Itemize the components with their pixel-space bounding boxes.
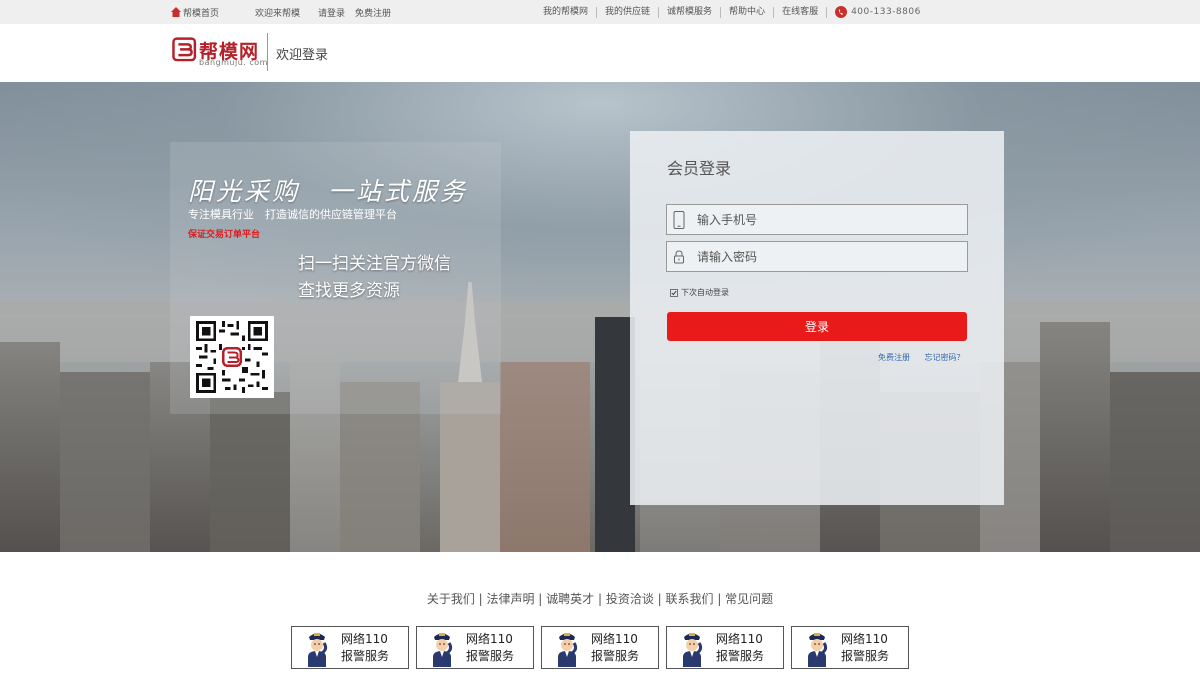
welcome-text: 欢迎来帮模 (255, 8, 301, 19)
badge-line1: 网络110 (341, 632, 388, 646)
top-utility-bar: 帮模首页 欢迎来帮模 请登录 免费注册 我的帮模网 我的供应链 诚帮模服务 帮助… (0, 0, 1200, 24)
topnav-help-center[interactable]: 帮助中心 (721, 6, 775, 18)
police-badge[interactable]: 网络110 报警服务 (791, 626, 909, 669)
site-header: 帮模网 bangmuju. com 欢迎登录 (0, 24, 1200, 82)
password-field[interactable] (666, 241, 968, 272)
police-officer-icon (558, 633, 578, 667)
slogan-highlight: 保证交易订单平台 (188, 230, 261, 240)
divider (826, 6, 828, 18)
police-badge-text: 网络110 报警服务 (341, 631, 389, 665)
badge-line1: 网络110 (466, 632, 513, 646)
home-link[interactable]: 帮模首页 (171, 6, 237, 19)
remember-me[interactable]: 下次自动登录 (670, 287, 729, 298)
login-button[interactable]: 登录 (667, 312, 967, 341)
home-link-label: 帮模首页 (183, 8, 220, 19)
logo-icon[interactable] (171, 37, 199, 65)
checkbox-icon[interactable] (670, 288, 678, 297)
badge-line2: 报警服务 (591, 649, 640, 663)
phone-input[interactable] (697, 205, 957, 234)
login-link[interactable]: 请登录 (318, 6, 345, 19)
header-divider (267, 33, 268, 71)
police-badge-text: 网络110 报警服务 (466, 631, 514, 665)
badge-line2: 报警服务 (341, 649, 390, 663)
police-officer-icon (308, 633, 328, 667)
slogan-headline: 阳光采购 一站式服务 (188, 177, 469, 206)
login-form: 会员登录 下次自动登录 登录 免费注册 (630, 131, 1004, 505)
password-input[interactable] (697, 242, 957, 271)
badge-line1: 网络110 (841, 632, 888, 646)
badge-line2: 报警服务 (466, 649, 515, 663)
badge-line1: 网络110 (716, 632, 763, 646)
qr-caption-line1: 扫一扫关注官方微信 (298, 254, 451, 274)
hero-banner: 阳光采购 一站式服务 专注模具行业 打造诚信的供应链管理平台 保证交易订单平台 (0, 82, 1200, 552)
footer-links[interactable]: 关于我们 | 法律声明 | 诚聘英才 | 投资洽谈 | 联系我们 | 常见问题 (0, 590, 1200, 607)
police-badge[interactable]: 网络110 报警服务 (416, 626, 534, 669)
wechat-qr-code (190, 316, 274, 398)
remember-me-label: 下次自动登录 (681, 288, 729, 297)
forgot-password-link[interactable]: 忘记密码？ (925, 353, 965, 362)
phone-icon (835, 6, 848, 18)
page-title: 欢迎登录 (276, 48, 329, 63)
slogan-subtitle: 专注模具行业 打造诚信的供应链管理平台 (188, 208, 397, 221)
police-badge-text: 网络110 报警服务 (591, 631, 639, 665)
qr-caption: 扫一扫关注官方微信 查找更多资源 (298, 251, 451, 305)
police-badge-text: 网络110 报警服务 (841, 631, 889, 665)
police-officer-icon (683, 633, 703, 667)
topnav-my-bangmu[interactable]: 我的帮模网 (543, 6, 598, 18)
police-badge[interactable]: 网络110 报警服务 (541, 626, 659, 669)
mobile-phone-icon (673, 211, 685, 229)
login-links: 免费注册 忘记密码？ (878, 352, 965, 363)
topnav-online-service[interactable]: 在线客服 (774, 7, 824, 18)
topnav-services[interactable]: 诚帮模服务 (659, 6, 722, 18)
qr-code-icon (196, 321, 268, 393)
logo-domain: bangmuju. com (199, 58, 268, 67)
login-title: 会员登录 (667, 159, 732, 178)
police-badge[interactable]: 网络110 报警服务 (291, 626, 409, 669)
lock-icon (674, 250, 684, 264)
police-officer-icon (808, 633, 828, 667)
register-link[interactable]: 免费注册 (355, 6, 391, 19)
badge-line1: 网络110 (591, 632, 638, 646)
register-link-form[interactable]: 免费注册 (878, 353, 910, 362)
police-badge[interactable]: 网络110 报警服务 (666, 626, 784, 669)
hotline-number: 400-133-8806 (851, 7, 921, 17)
phone-field[interactable] (666, 204, 968, 235)
police-officer-icon (433, 633, 453, 667)
police-badges: 网络110 报警服务 网络110 报警服务 网络110 报警服务 网络110 报… (291, 626, 909, 669)
qr-caption-line2: 查找更多资源 (298, 281, 400, 301)
badge-line2: 报警服务 (841, 649, 890, 663)
topnav-my-supply-chain[interactable]: 我的供应链 (597, 6, 660, 18)
police-badge-text: 网络110 报警服务 (716, 631, 764, 665)
home-icon (171, 6, 181, 17)
badge-line2: 报警服务 (716, 649, 765, 663)
